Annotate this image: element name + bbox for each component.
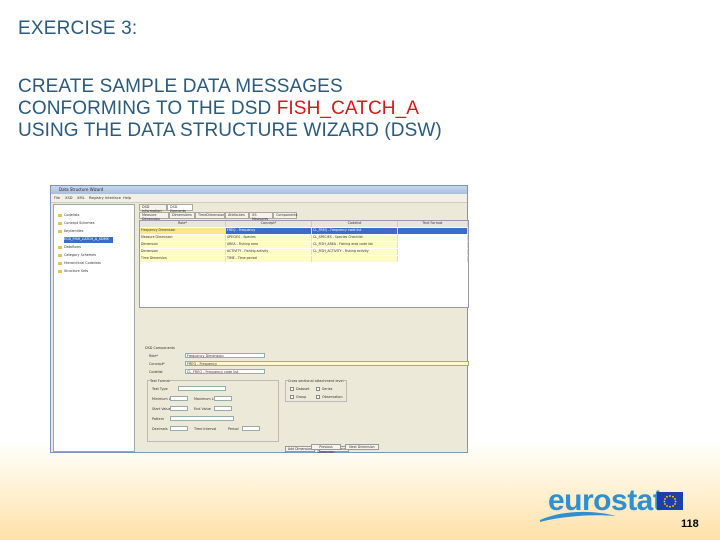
dsw-window-screenshot: Data Structure Wizard File XSD XML Regis… (50, 185, 469, 454)
dimension-form: DSD Components Role* Frequency Dimension… (145, 346, 469, 458)
subtab-xs-measures[interactable]: XS Measures (249, 212, 273, 221)
text-format-group: Text Format Text Type Minimum Length Max… (147, 379, 279, 442)
dimensions-table: Role* Concept* Codelist Text Format Freq… (139, 220, 469, 308)
menu-xsd[interactable]: XSD (65, 196, 73, 200)
main-tabs: DSD Information DSD Elements (139, 204, 467, 213)
page-number: 118 (681, 518, 699, 530)
table-row[interactable]: Dimension ACTIVITY - Fishing activity CL… (140, 249, 468, 255)
period-input[interactable] (242, 426, 260, 431)
end-value-input[interactable] (214, 406, 232, 411)
exercise-description: CREATE SAMPLE DATA MESSAGES CONFORMING T… (18, 76, 442, 142)
checkbox-dataset[interactable] (290, 387, 294, 391)
exercise-heading: EXERCISE 3: (18, 18, 138, 39)
codelist-label: Codelist (149, 370, 163, 374)
tree-item-category-schemes[interactable]: Category Schemes (58, 253, 96, 259)
window-titlebar: Data Structure Wizard (51, 186, 467, 194)
subtab-measure-dimension[interactable]: Measure Dimension (139, 212, 169, 221)
menu-help[interactable]: Help (123, 196, 131, 200)
menu-bar: File XSD XML Registry Interface Help (51, 194, 467, 203)
table-row[interactable]: Frequency Dimension FREQ - Frequency CL_… (140, 228, 468, 234)
tree-item-selected-dsd[interactable]: ECB_FISH_CATCH_A_SDMX (64, 237, 113, 243)
table-row[interactable]: Dimension AREA - Fishing area CL_FISH_AR… (140, 242, 468, 248)
folder-icon (58, 261, 62, 265)
tab-dsd-elements[interactable]: DSD Elements (167, 204, 193, 213)
tree-item-concept-schemes[interactable]: Concept Schemes (58, 221, 95, 227)
structure-tree[interactable]: Codelists Concept Schemes Keyfamilies EC… (53, 204, 135, 452)
dsd-editor: DSD Information DSD Elements Measure Dim… (139, 204, 469, 454)
tree-item-structure-sets[interactable]: Structure Sets (58, 269, 88, 275)
concept-field[interactable]: FREQ - Frequency (185, 361, 469, 366)
folder-icon (58, 221, 62, 225)
menu-xml[interactable]: XML (77, 196, 85, 200)
subtab-attributes[interactable]: Attributes (225, 212, 249, 219)
start-value-input[interactable] (170, 406, 188, 411)
subtab-dimensions[interactable]: Dimensions (169, 212, 195, 219)
role-select[interactable]: Frequency Dimension (185, 353, 265, 358)
decimals-input[interactable] (170, 426, 188, 431)
tree-item-hier-codelists[interactable]: Hierarchical Codelists (58, 261, 101, 267)
window-title: Data Structure Wizard (59, 187, 104, 192)
folder-icon (58, 253, 62, 257)
table-row[interactable]: Measure Dimension SPECIES - Species CL_S… (140, 235, 468, 241)
form-group-label: DSD Components (145, 346, 175, 350)
tree-item-keyfamilies[interactable]: Keyfamilies (58, 229, 83, 235)
eurostat-logo: eurostat (548, 484, 663, 517)
folder-icon (58, 245, 62, 249)
concept-label: Concept* (149, 362, 165, 366)
tab-dsd-information[interactable]: DSD Information (139, 204, 167, 213)
checkbox-observation[interactable] (316, 395, 320, 399)
tree-item-dataflows[interactable]: Dataflows (58, 245, 81, 251)
folder-icon (58, 229, 62, 233)
menu-file[interactable]: File (54, 196, 60, 200)
checkbox-group[interactable] (290, 395, 294, 399)
menu-registry[interactable]: Registry Interface (89, 196, 121, 200)
next-dimension-button[interactable]: Next Dimension (345, 444, 379, 450)
col-header-text-format[interactable]: Text Format (398, 221, 468, 227)
min-length-input[interactable] (170, 396, 188, 401)
eu-flag-icon (657, 492, 683, 510)
description-line-1: CREATE SAMPLE DATA MESSAGES (18, 76, 343, 97)
tree-item-codelists[interactable]: Codelists (58, 213, 79, 219)
text-type-select[interactable] (178, 386, 226, 391)
folder-icon (58, 269, 62, 273)
subtab-components[interactable]: Components (273, 212, 297, 219)
codelist-field[interactable]: CL_FREQ - Frequency code list (185, 369, 265, 374)
subtab-time-dimension[interactable]: TimeDimension (195, 212, 225, 219)
col-header-concept[interactable]: Concept* (226, 221, 312, 227)
sub-tabs: Measure Dimension Dimensions TimeDimensi… (139, 212, 467, 221)
role-label: Role* (149, 354, 159, 358)
cross-section-group: Cross sectional attachment level Dataset… (285, 379, 347, 402)
pattern-input[interactable] (170, 416, 234, 421)
description-line-3: USING THE DATA STRUCTURE WIZARD (DSW) (18, 120, 442, 141)
max-length-input[interactable] (214, 396, 232, 401)
table-row[interactable]: Time Dimension TIME - Time period (140, 256, 468, 262)
col-header-role[interactable]: Role* (140, 221, 226, 227)
col-header-codelist[interactable]: Codelist (312, 221, 398, 227)
line2-prefix: CONFORMING TO THE DSD (18, 98, 277, 119)
description-line-2: CONFORMING TO THE DSD FISH_CATCH_A (18, 98, 442, 120)
checkbox-series[interactable] (316, 387, 320, 391)
dsd-name-highlight: FISH_CATCH_A (276, 98, 420, 119)
folder-icon (58, 213, 62, 217)
previous-dimension-button[interactable]: Previous Dimension (311, 444, 341, 454)
